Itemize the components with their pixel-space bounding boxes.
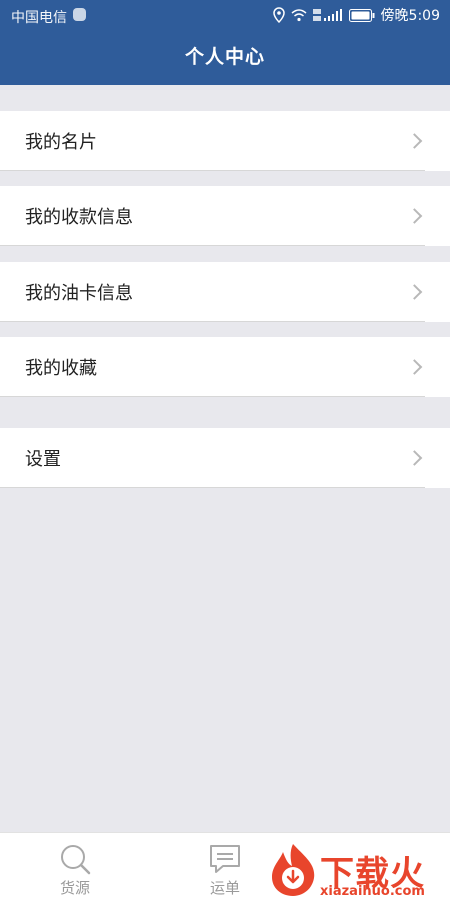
divider (0, 396, 425, 397)
header-bar: 中国电信 傍晚5:09 个人中心 (0, 0, 450, 85)
watermark-url: xiazaihuo.com (320, 884, 425, 899)
cloud-sync-icon (73, 8, 86, 21)
clock: 傍晚5:09 (380, 8, 440, 24)
carrier-label: 中国电信 (11, 10, 67, 26)
chevron-right-icon (406, 450, 423, 466)
divider (0, 170, 425, 171)
menu-item-label: 我的油卡信息 (25, 283, 133, 304)
page-title: 个人中心 (184, 46, 265, 68)
chevron-right-icon (406, 208, 423, 224)
menu-item-payment-info[interactable]: 我的收款信息 (0, 186, 450, 246)
status-icons: 傍晚5:09 (272, 6, 440, 24)
menu-item-label: 设置 (25, 449, 61, 470)
signal-icon (312, 9, 342, 21)
watermark-logo: 下载火 xiazaihuo.com (266, 840, 450, 900)
wifi-icon (291, 9, 307, 22)
divider (0, 487, 425, 488)
menu-item-label: 我的名片 (25, 132, 97, 153)
menu-item-settings[interactable]: 设置 (0, 428, 450, 488)
tab-cargo-source[interactable]: 货源 (0, 833, 150, 900)
divider (0, 245, 425, 246)
chevron-right-icon (406, 359, 423, 375)
menu-item-label: 我的收款信息 (25, 207, 133, 228)
status-bar: 中国电信 傍晚5:09 (0, 0, 450, 30)
tab-label: 货源 (59, 879, 90, 897)
menu-item-label: 我的收藏 (25, 358, 97, 379)
chevron-right-icon (406, 133, 423, 149)
battery-icon (348, 8, 375, 22)
flame-icon (272, 844, 315, 896)
location-icon (272, 7, 285, 23)
menu-item-business-card[interactable]: 我的名片 (0, 111, 450, 171)
menu-item-fuel-card-info[interactable]: 我的油卡信息 (0, 262, 450, 322)
divider (0, 321, 425, 322)
menu-item-favorites[interactable]: 我的收藏 (0, 337, 450, 397)
message-icon (210, 845, 240, 873)
search-icon (61, 845, 91, 875)
chevron-right-icon (406, 284, 423, 300)
